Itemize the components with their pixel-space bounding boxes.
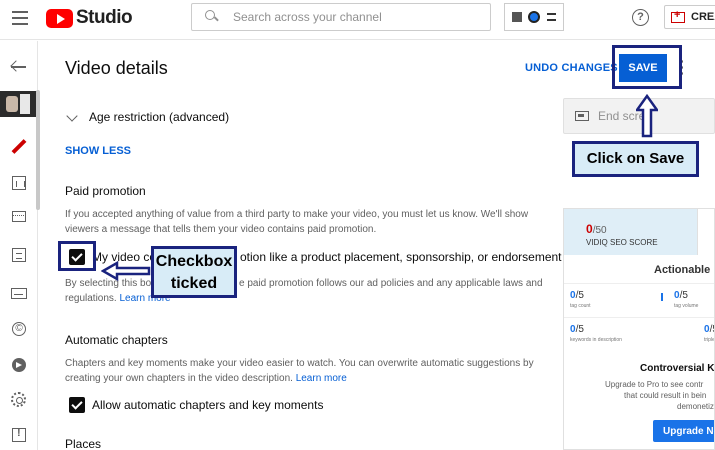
studio-logo[interactable]: Studio <box>46 7 133 28</box>
paid-promotion-note-end: regulations. <box>65 293 117 304</box>
logo-text: Studio <box>76 7 133 28</box>
editor-icon[interactable] <box>12 211 26 222</box>
metric-label: tag volume <box>674 303 699 309</box>
metric-label: triple <box>704 337 715 343</box>
vidiq-seo-label: VIDIQ SEO SCORE <box>586 238 658 247</box>
left-rail: © <box>0 41 38 450</box>
paid-promotion-note-mid: e paid promotion follows our ad policies… <box>239 278 543 289</box>
settings-icon[interactable] <box>11 392 26 407</box>
vidiq-score-header: 0/50 VIDIQ SEO SCORE <box>564 209 714 255</box>
vidiq-score-value: 0 <box>586 222 593 236</box>
controversial-keywords-title: Controversial Ke <box>640 363 715 374</box>
metric-max: /5 <box>709 324 714 335</box>
page-title: Video details <box>65 58 168 78</box>
vidiq-score: 0/50 <box>586 222 607 236</box>
search-placeholder: Search across your channel <box>233 10 382 24</box>
volume-bars-icon <box>661 293 670 301</box>
copyright-icon[interactable]: © <box>12 322 26 336</box>
checkbox-ticked-line-1: Checkbox <box>155 253 233 270</box>
vidiq-extension-icon[interactable] <box>528 11 541 23</box>
create-video-icon <box>671 9 685 23</box>
rail-scrollbar[interactable] <box>36 90 40 210</box>
up-arrow-icon <box>636 94 658 138</box>
create-button[interactable]: CREA <box>664 5 715 29</box>
stats-extension-icon[interactable] <box>512 12 523 22</box>
automatic-chapters-checkbox[interactable] <box>69 397 85 413</box>
show-less-button[interactable]: SHOW LESS <box>65 145 131 157</box>
youtube-play-icon <box>46 8 73 28</box>
metric-label: keywords in description <box>570 337 622 343</box>
metric-label: tag count <box>570 303 591 309</box>
checkbox-ticked-line-2: ticked <box>170 275 218 292</box>
upgrade-text-line-2: that could result in bein <box>624 391 707 400</box>
age-restriction-toggle[interactable]: Age restriction (advanced) <box>89 110 229 124</box>
feedback-icon[interactable] <box>12 427 26 442</box>
back-arrow-icon[interactable] <box>9 57 29 77</box>
end-screen-icon <box>575 111 589 121</box>
metric-max: /5 <box>575 290 584 301</box>
automatic-chapters-description-block: Chapters and key moments make your video… <box>65 356 543 386</box>
earn-icon[interactable] <box>12 358 26 372</box>
vidiq-score-max: /50 <box>592 225 607 236</box>
comments-icon[interactable] <box>12 248 26 262</box>
automatic-chapters-title: Automatic chapters <box>65 333 168 347</box>
create-label: CREA <box>691 11 715 23</box>
upgrade-now-button[interactable]: Upgrade No <box>653 420 714 442</box>
metric-max: /5 <box>679 290 688 301</box>
search-icon <box>205 10 219 24</box>
extension-toolbar <box>504 3 564 31</box>
menu-extension-icon[interactable] <box>546 13 556 21</box>
metric-max: /5 <box>575 324 584 335</box>
vidiq-metric-row: 0/5 tag count 0/5 tag volume <box>564 283 714 317</box>
video-thumbnail[interactable] <box>0 91 38 117</box>
paid-promotion-title: Paid promotion <box>65 184 146 198</box>
undo-changes-button[interactable]: UNDO CHANGES <box>525 62 618 74</box>
save-highlight-box <box>612 45 682 89</box>
edit-details-icon[interactable] <box>9 137 29 157</box>
automatic-chapters-label[interactable]: Allow automatic chapters and key moments <box>92 398 323 412</box>
metric-tag-volume: 0/5 tag volume <box>674 290 698 309</box>
actionable-tab[interactable]: Actionable <box>654 264 710 276</box>
paid-promotion-description: If you accepted anything of value from a… <box>65 209 529 235</box>
vidiq-side-panel <box>697 209 714 255</box>
upgrade-text-line-3: demonetiz <box>677 402 714 411</box>
automatic-chapters-learn-more-link[interactable]: Learn more <box>296 373 347 384</box>
metric-keywords: 0/5 keywords in description <box>570 324 622 343</box>
left-arrow-icon <box>101 261 151 281</box>
click-on-save-callout: Click on Save <box>572 141 699 177</box>
search-input[interactable]: Search across your channel <box>191 3 491 31</box>
studio-page: Studio Search across your channel ? CREA… <box>0 0 715 450</box>
upgrade-text-line-1: Upgrade to Pro to see contr <box>605 380 704 389</box>
vidiq-metric-row: 0/5 keywords in description 0/5 triple <box>564 317 715 351</box>
metric-tag-count: 0/5 tag count <box>570 290 591 309</box>
places-title: Places <box>65 437 102 450</box>
help-icon[interactable]: ? <box>632 9 649 26</box>
vidiq-panel: 0/50 VIDIQ SEO SCORE Actionable 0/5 tag … <box>563 208 715 450</box>
top-bar: Studio Search across your channel ? CREA <box>0 0 715 40</box>
subtitles-icon[interactable] <box>11 288 27 299</box>
analytics-icon[interactable] <box>12 176 26 190</box>
hamburger-menu-icon[interactable] <box>12 11 28 25</box>
paid-promotion-label-end[interactable]: otion like a product placement, sponsors… <box>240 250 562 264</box>
checkbox-highlight-box <box>58 241 96 271</box>
chevron-down-icon[interactable] <box>66 110 78 122</box>
metric-triple: 0/5 triple <box>704 324 715 343</box>
paid-promotion-note-end-line: regulations. Learn more <box>65 291 543 306</box>
checkbox-ticked-callout: Checkbox ticked <box>151 246 237 298</box>
